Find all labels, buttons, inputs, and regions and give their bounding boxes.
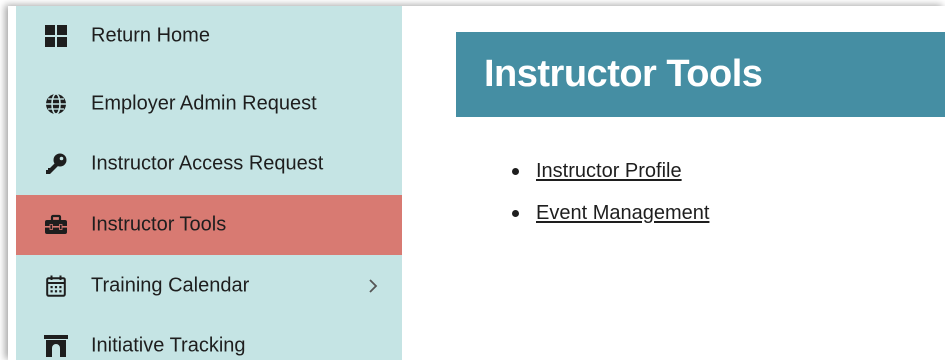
sidebar-item-return-home[interactable]: Return Home bbox=[16, 6, 402, 66]
sidebar-item-label: Initiative Tracking bbox=[91, 334, 246, 357]
sidebar-item-label: Instructor Access Request bbox=[91, 152, 324, 175]
sidebar-item-initiative-tracking[interactable]: Initiative Tracking bbox=[16, 316, 402, 360]
title-banner: Instructor Tools bbox=[456, 32, 945, 117]
sidebar-item-employer-admin-request[interactable]: Employer Admin Request bbox=[16, 74, 402, 134]
list-item: Instructor Profile bbox=[510, 150, 709, 192]
tools-link-list: Instructor Profile Event Management bbox=[510, 150, 709, 234]
calendar-icon bbox=[44, 274, 68, 298]
sidebar-item-label: Return Home bbox=[91, 24, 210, 47]
page-title: Instructor Tools bbox=[484, 53, 763, 95]
sidebar-item-instructor-tools[interactable]: Instructor Tools bbox=[16, 195, 402, 255]
sidebar-item-label: Employer Admin Request bbox=[91, 92, 317, 115]
bullet bbox=[512, 168, 519, 175]
event-management-link[interactable]: Event Management bbox=[536, 202, 709, 225]
bullet bbox=[512, 210, 519, 217]
sidebar-item-label: Instructor Tools bbox=[91, 213, 227, 236]
main-content: Instructor Tools Instructor Profile Even… bbox=[402, 6, 945, 360]
list-item: Event Management bbox=[510, 192, 709, 234]
sidebar-item-instructor-access-request[interactable]: Instructor Access Request bbox=[16, 134, 402, 194]
sidebar: Return Home Employer Admin Request Instr… bbox=[16, 6, 402, 360]
sidebar-item-training-calendar[interactable]: Training Calendar bbox=[16, 256, 402, 316]
instructor-profile-link[interactable]: Instructor Profile bbox=[536, 160, 682, 183]
app-frame: Return Home Employer Admin Request Instr… bbox=[8, 6, 945, 360]
chevron-right-icon[interactable] bbox=[366, 277, 380, 295]
sidebar-item-label: Training Calendar bbox=[91, 274, 250, 297]
toolbox-icon bbox=[44, 213, 68, 237]
globe-icon bbox=[44, 92, 68, 116]
archway-icon bbox=[44, 334, 68, 358]
grid-icon bbox=[44, 24, 68, 48]
key-icon bbox=[44, 152, 68, 176]
